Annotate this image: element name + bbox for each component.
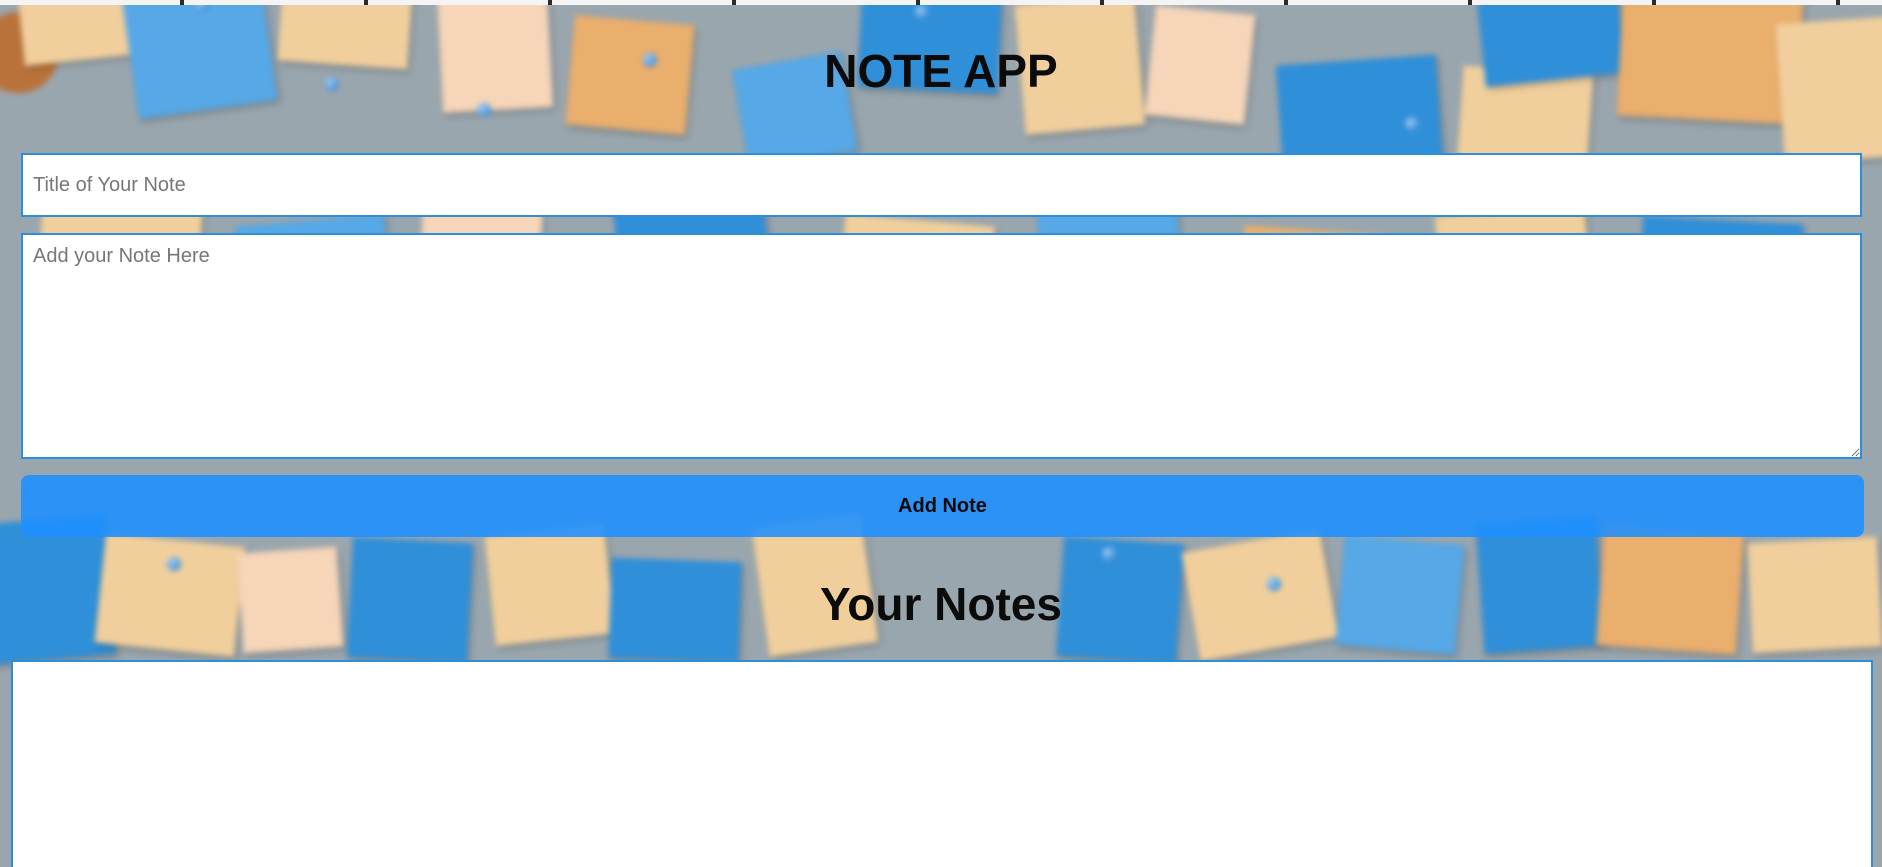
app-title: NOTE APP <box>824 45 1058 97</box>
note-app: NOTE APP Add Note Your Notes <box>0 0 1882 867</box>
add-note-button[interactable]: Add Note <box>21 475 1864 537</box>
note-title-input[interactable] <box>21 153 1862 217</box>
note-body-textarea[interactable] <box>21 233 1862 459</box>
your-notes-heading: Your Notes <box>820 578 1062 630</box>
notes-list <box>11 660 1873 867</box>
